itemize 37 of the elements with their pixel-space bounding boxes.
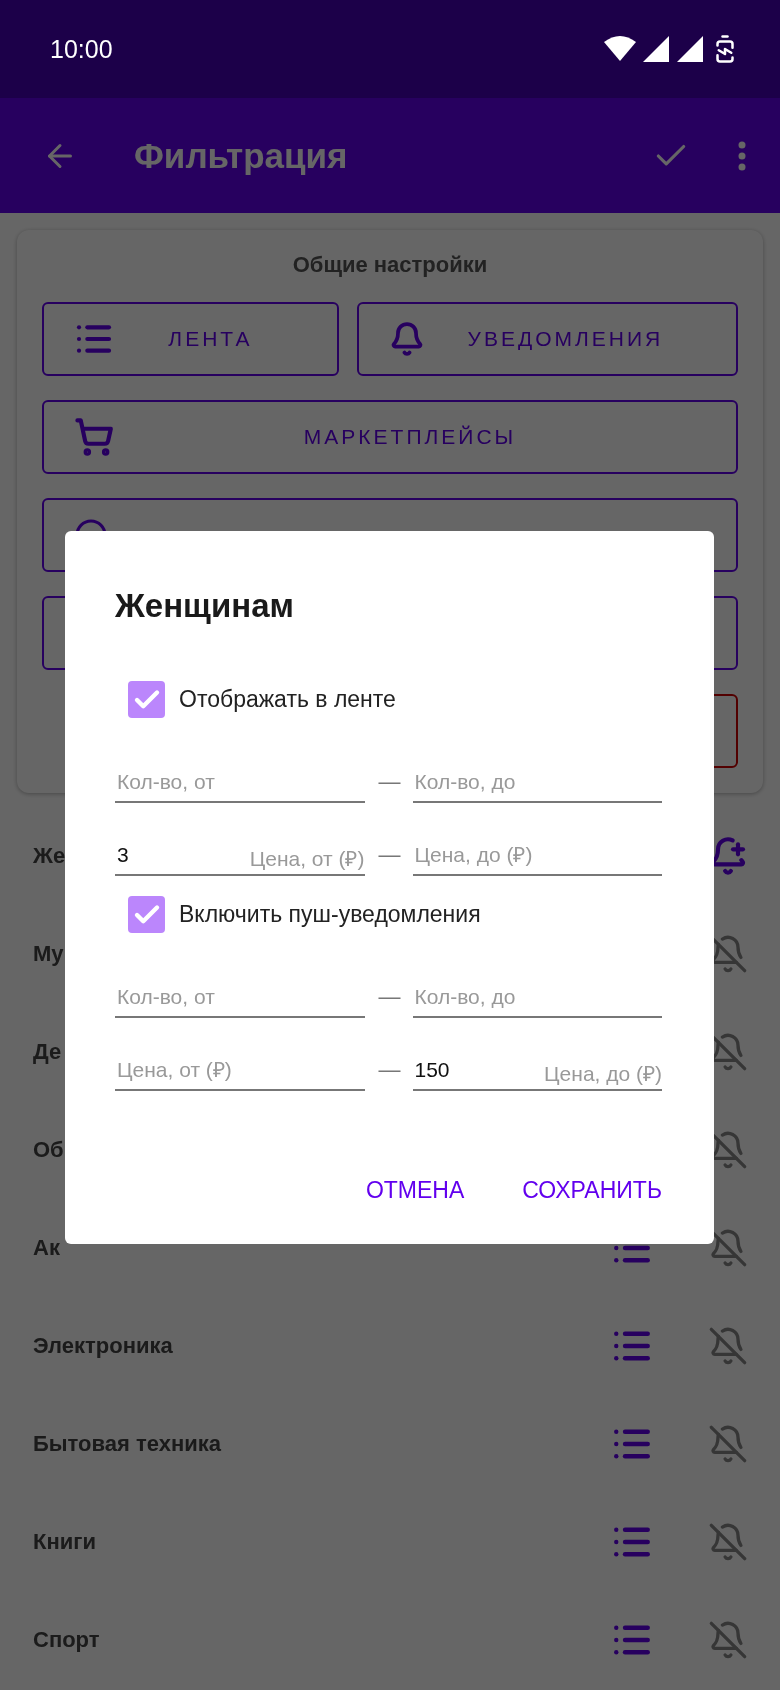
cart-icon [74,417,114,457]
input-field[interactable]: Цена, от (₽) [115,1051,365,1091]
input-field[interactable]: Кол-во, до [412,978,662,1018]
range-dash: — [378,1057,399,1084]
dialog-action-button[interactable]: ОТМЕНА [365,1177,465,1204]
category-name: Об [33,1137,64,1163]
checkbox[interactable] [128,896,165,933]
wifi-icon [604,36,636,62]
range-dash: — [378,984,399,1011]
status-time: 10:00 [50,34,113,64]
category-name: Спорт [33,1627,100,1653]
checkbox-label: Отображать в ленте [179,686,396,713]
more-icon [738,140,746,171]
range-dash: — [378,842,399,869]
category-name: Электроника [33,1333,173,1359]
input-field[interactable]: Кол-во, от [115,978,365,1018]
category-name: Де [33,1039,62,1065]
range-dash: — [378,769,399,796]
input-field[interactable]: Кол-во, от [115,763,365,803]
signal-icon [642,35,670,63]
category-name: Ак [33,1235,60,1261]
checkbox-label: Включить пуш-уведомления [179,901,481,928]
bell-off-icon[interactable] [708,1228,748,1268]
field-hint: Цена, от (₽) [249,846,365,872]
card-title: Общие настройки [291,252,489,278]
category-name: Книги [33,1529,96,1555]
category-name: Же [33,843,66,869]
dialog-action-button[interactable]: СОХРАНИТЬ [522,1177,662,1204]
category-name: Му [33,941,64,967]
screen-title: Фильтрация [134,135,349,176]
input-field[interactable]: Цена, до (₽) [412,836,662,876]
input-field[interactable]: Кол-во, до [412,763,662,803]
field-hint: Цена, до (₽) [544,1061,662,1087]
dialog-title: Женщинам [115,587,295,625]
category-name: Бытовая техника [33,1431,221,1457]
checkbox[interactable] [128,681,165,718]
signal-icon [676,35,704,63]
